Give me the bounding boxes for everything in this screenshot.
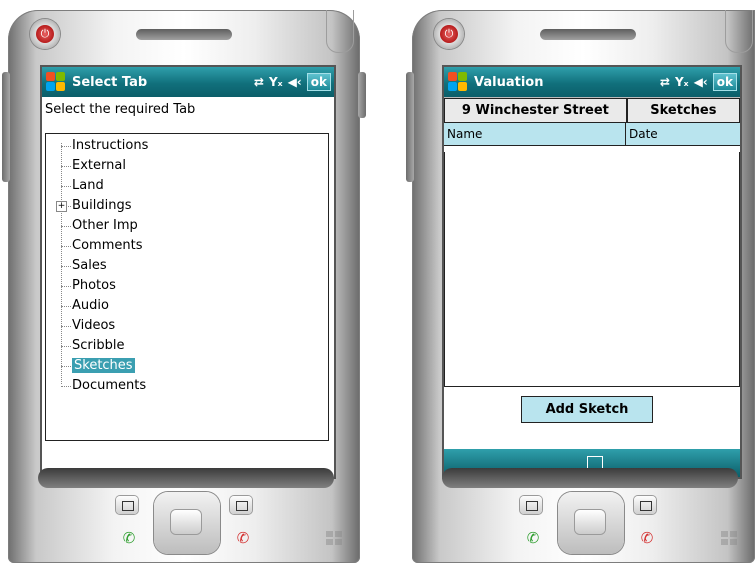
tree-item[interactable]: Photos (46, 276, 148, 296)
right-softkey[interactable] (634, 496, 656, 514)
tree-item[interactable]: Instructions (46, 136, 148, 156)
left-softkey[interactable] (116, 496, 138, 514)
signal-off-icon[interactable]: Yₓ (675, 75, 689, 89)
tree-item-label: Photos (72, 278, 116, 293)
end-call-icon[interactable]: ✆ (232, 528, 254, 548)
tree-item-label: Land (72, 178, 104, 193)
power-button[interactable]: ⏻ (434, 19, 464, 49)
right-softkey[interactable] (230, 496, 252, 514)
header-buttons: 9 Winchester Street Sketches (444, 97, 740, 123)
speaker-grille (136, 29, 232, 40)
tree-branch-line (61, 166, 71, 167)
title-bar: Valuation ⇄ Yₓ ◀‹ ok (444, 67, 740, 97)
signal-off-icon[interactable]: Yₓ (269, 75, 283, 89)
tree-item-label: Audio (72, 298, 109, 313)
side-button-left[interactable] (2, 72, 10, 182)
power-button[interactable]: ⏻ (30, 19, 60, 49)
connectivity-icon[interactable]: ⇄ (660, 75, 670, 89)
device-right: ⏻ Valuation ⇄ Yₓ ◀‹ ok 9 Winchester Stre… (406, 10, 755, 563)
ok-button[interactable]: ok (712, 73, 737, 91)
tree-item[interactable]: Videos (46, 316, 148, 336)
left-softkey[interactable] (520, 496, 542, 514)
tree-branch-line (61, 366, 71, 367)
volume-icon[interactable]: ◀‹ (288, 75, 302, 89)
tree-item[interactable]: Documents (46, 376, 148, 396)
side-button-left[interactable] (406, 72, 414, 182)
tree-branch-line (61, 386, 71, 387)
windows-flag-icon (326, 531, 344, 547)
tree-branch-line (61, 346, 71, 347)
tree-item-label: Buildings (72, 198, 132, 213)
power-icon: ⏻ (440, 25, 458, 43)
ok-button[interactable]: ok (306, 73, 331, 91)
hardware-keys: ✆ ✆ (96, 488, 272, 558)
tree-branch-line (61, 306, 71, 307)
device-left: ⏻ Select Tab ⇄ Yₓ ◀‹ ok Select the requi… (2, 10, 366, 563)
stylus-slot (326, 10, 354, 53)
dpad-center[interactable] (171, 510, 201, 534)
tree-item-label: Sketches (72, 358, 135, 373)
tree-branch-line (61, 266, 71, 267)
screen-left: Select Tab ⇄ Yₓ ◀‹ ok Select the require… (40, 65, 336, 479)
title-bar: Select Tab ⇄ Yₓ ◀‹ ok (42, 67, 334, 97)
windows-flag-icon (721, 531, 739, 547)
prompt-label: Select the required Tab (45, 102, 196, 117)
side-button-right[interactable] (358, 72, 366, 118)
hardware-keys: ✆ ✆ (500, 488, 676, 558)
tree-item-label: Sales (72, 258, 107, 273)
screen-right: Valuation ⇄ Yₓ ◀‹ ok 9 Winchester Street… (442, 65, 742, 479)
tree-item[interactable]: Audio (46, 296, 148, 316)
call-icon[interactable]: ✆ (118, 528, 140, 548)
tree-item[interactable]: Scribble (46, 336, 148, 356)
tree-item-label: Instructions (72, 138, 149, 153)
tree-item-label: Comments (72, 238, 143, 253)
tree-item-label: Documents (72, 378, 147, 393)
power-icon: ⏻ (36, 25, 54, 43)
list-header: Name Date (444, 123, 740, 146)
dpad-center[interactable] (575, 510, 605, 534)
tree-branch-line (61, 186, 71, 187)
column-header-name[interactable]: Name (444, 123, 626, 145)
start-menu-icon[interactable] (46, 72, 66, 92)
sketch-list[interactable] (444, 152, 740, 387)
tree-item[interactable]: External (46, 156, 148, 176)
tree-branch-line (61, 286, 71, 287)
connectivity-icon[interactable]: ⇄ (254, 75, 264, 89)
volume-icon[interactable]: ◀‹ (694, 75, 708, 89)
tree-item-label: Videos (72, 318, 116, 333)
tree-branch-line (61, 146, 71, 147)
tree-item[interactable]: Sketches (46, 356, 148, 376)
tab-selector-button[interactable]: Sketches (626, 98, 740, 123)
tree-item[interactable]: Sales (46, 256, 148, 276)
tree-branch-line (61, 226, 71, 227)
add-sketch-button[interactable]: Add Sketch (521, 396, 653, 423)
speaker-grille (540, 29, 636, 40)
column-header-date[interactable]: Date (626, 123, 658, 145)
start-menu-icon[interactable] (448, 72, 468, 92)
stylus-slot (725, 10, 753, 53)
tree-item-label: External (72, 158, 126, 173)
tree-branch-line (61, 246, 71, 247)
tree-item[interactable]: Land (46, 176, 148, 196)
bezel-bar (442, 468, 738, 488)
tree-item-label: Other Imp (72, 218, 138, 233)
window-title: Valuation (474, 74, 544, 90)
tree-item[interactable]: Comments (46, 236, 148, 256)
bezel-bar (38, 468, 334, 488)
tree-item[interactable]: Other Imp (46, 216, 148, 236)
tree-item[interactable]: + Buildings (46, 196, 148, 216)
tree-branch-line (61, 326, 71, 327)
dpad[interactable] (558, 492, 624, 554)
window-title: Select Tab (72, 74, 148, 90)
end-call-icon[interactable]: ✆ (636, 528, 658, 548)
address-button[interactable]: 9 Winchester Street (444, 98, 627, 123)
tree-item-label: Scribble (72, 338, 125, 353)
call-icon[interactable]: ✆ (522, 528, 544, 548)
dpad[interactable] (154, 492, 220, 554)
tab-tree: Instructions External Land + Buildings Other … (45, 133, 329, 441)
expand-icon[interactable]: + (56, 201, 67, 212)
